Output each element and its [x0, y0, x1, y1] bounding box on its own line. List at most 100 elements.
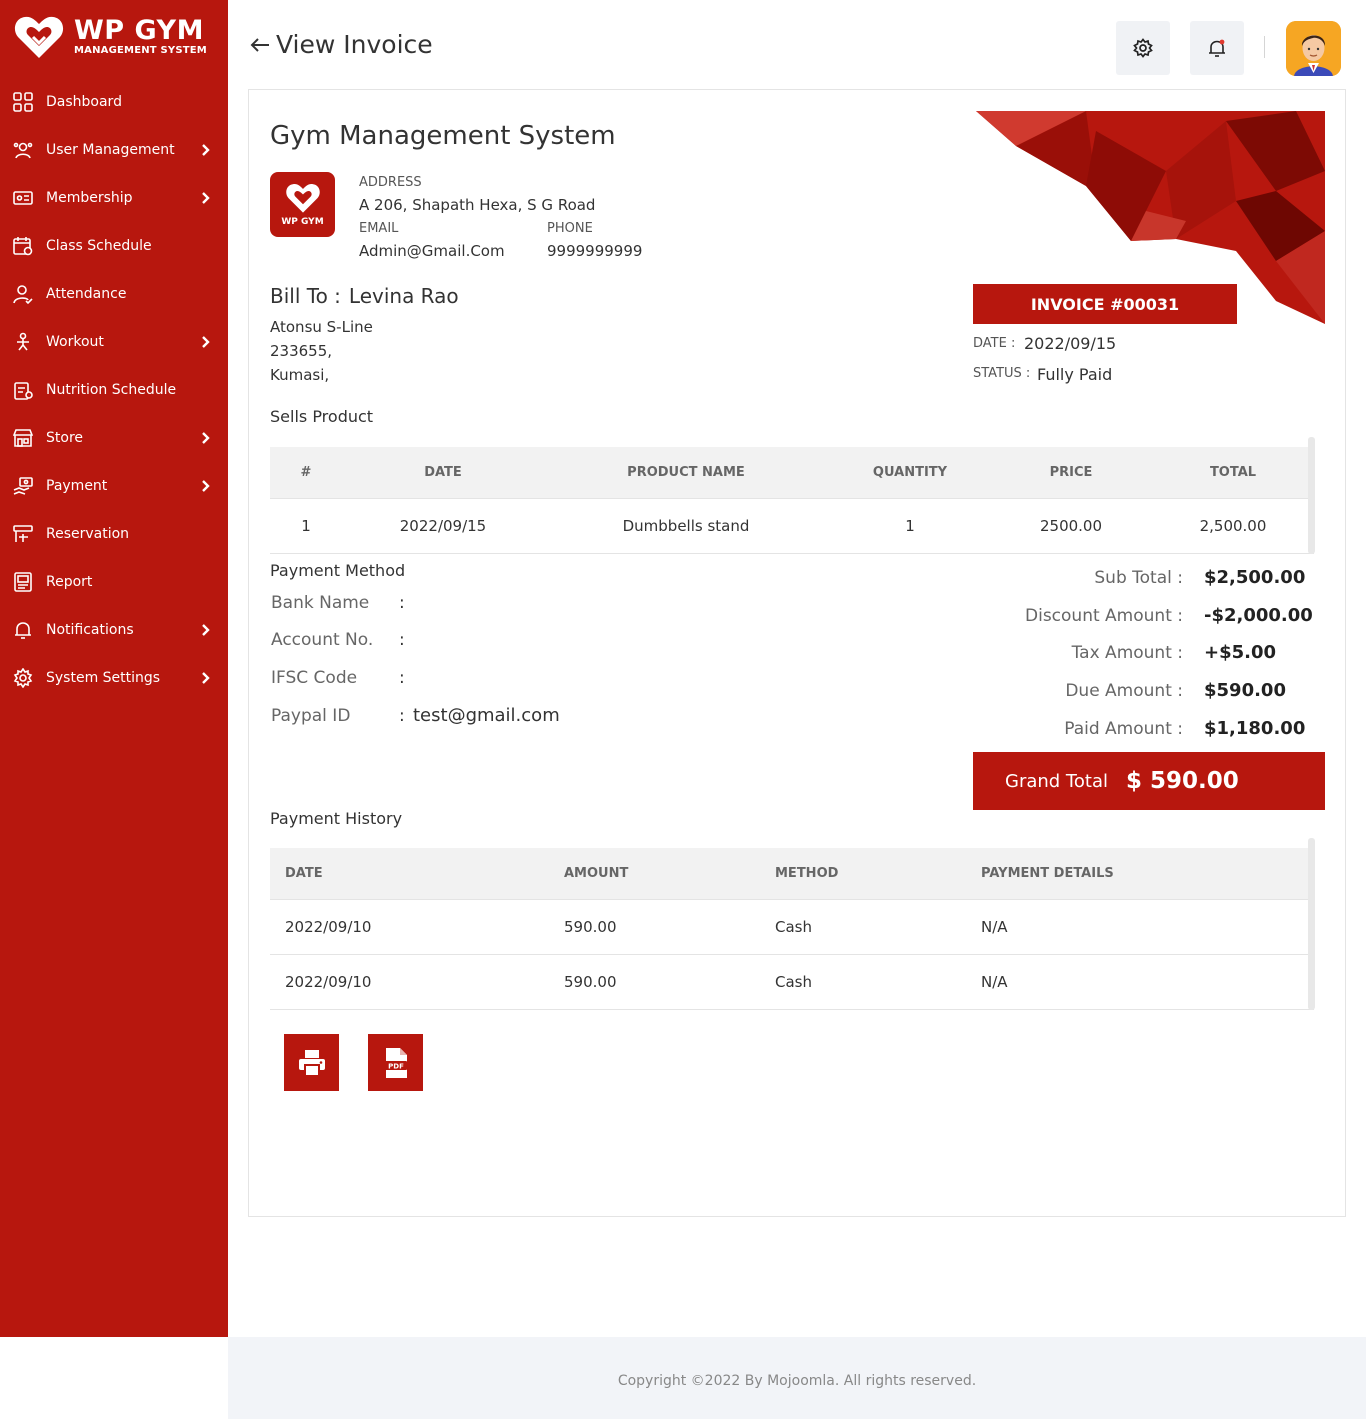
sidebar-item-label: Store: [46, 430, 84, 446]
sidebar: WP GYM MANAGEMENT SYSTEM Dashboard User …: [0, 0, 228, 1337]
gear-icon: [12, 667, 34, 689]
sub-total-value: $2,500.00: [1204, 567, 1306, 588]
brand-subtitle: MANAGEMENT SYSTEM: [74, 45, 207, 56]
column-header: TOTAL: [1209, 465, 1257, 480]
table-cell: 2022/09/15: [399, 517, 487, 535]
sidebar-item-label: Payment: [46, 478, 108, 494]
sidebar-item-reservation[interactable]: Reservation: [0, 510, 228, 558]
workout-icon: [12, 331, 34, 353]
sidebar-item-label: Class Schedule: [46, 238, 152, 254]
table-scrollbar[interactable]: [1308, 838, 1315, 1010]
paypal-id-label: Paypal ID: [271, 706, 351, 726]
sidebar-item-dashboard[interactable]: Dashboard: [0, 78, 228, 126]
chevron-right-icon: [202, 336, 210, 348]
top-bar: View Invoice: [228, 0, 1366, 90]
sidebar-item-attendance[interactable]: Attendance: [0, 270, 228, 318]
table-scrollbar[interactable]: [1308, 437, 1315, 554]
membership-card-icon: [12, 187, 34, 209]
pdf-download-button[interactable]: PDF: [368, 1034, 423, 1091]
sidebar-item-system-settings[interactable]: System Settings: [0, 654, 228, 702]
column-header: PAYMENT DETAILS: [981, 866, 1114, 881]
back-link[interactable]: View Invoice: [250, 30, 433, 59]
sidebar-item-nutrition-schedule[interactable]: Nutrition Schedule: [0, 366, 228, 414]
organization-name: Gym Management System: [270, 121, 616, 151]
sidebar-item-label: Notifications: [46, 622, 134, 638]
settings-button[interactable]: [1116, 21, 1170, 75]
sidebar-item-class-schedule[interactable]: Class Schedule: [0, 222, 228, 270]
table-header-row: DATE AMOUNT METHOD PAYMENT DETAILS: [270, 848, 1314, 900]
page-title: View Invoice: [276, 30, 433, 59]
column-header: AMOUNT: [564, 866, 629, 881]
sidebar-item-membership[interactable]: Membership: [0, 174, 228, 222]
sidebar-item-label: Attendance: [46, 286, 127, 302]
table-cell: 2,500.00: [1199, 517, 1267, 535]
table-cell: 2022/09/10: [285, 918, 372, 936]
tax-amount-value: +$5.00: [1204, 642, 1277, 663]
payment-history-title: Payment History: [270, 809, 403, 828]
chevron-right-icon: [202, 192, 210, 204]
bill-to-label: Bill To :: [270, 284, 341, 308]
bell-icon: [1209, 39, 1225, 57]
avatar[interactable]: [1286, 21, 1341, 76]
nutrition-icon: [12, 379, 34, 401]
heart-logo-icon: [14, 16, 64, 58]
sidebar-item-notifications[interactable]: Notifications: [0, 606, 228, 654]
print-button[interactable]: [284, 1034, 339, 1091]
copyright-text: Copyright ©2022 By Mojoomla. All rights …: [617, 1373, 977, 1389]
paid-amount-label: Paid Amount :: [1064, 719, 1183, 739]
payment-history-table: DATE AMOUNT METHOD PAYMENT DETAILS 2022/…: [270, 838, 1315, 1010]
chevron-right-icon: [202, 144, 210, 156]
header-divider: [1264, 36, 1265, 58]
table-row: 2022/09/10 590.00 Cash N/A: [270, 900, 1314, 955]
brand-logo[interactable]: WP GYM MANAGEMENT SYSTEM: [14, 14, 207, 60]
field-colon: :: [399, 668, 405, 688]
table-cell: N/A: [981, 918, 1008, 936]
discount-amount-value: -$2,000.00: [1204, 605, 1313, 626]
sidebar-item-label: User Management: [46, 142, 175, 158]
sidebar-item-workout[interactable]: Workout: [0, 318, 228, 366]
bill-address-line: 233655,: [270, 342, 333, 360]
invoice-date-label: DATE :: [973, 336, 1016, 351]
grand-total-banner: Grand Total $ 590.00: [973, 752, 1325, 810]
bill-to-name: Levina Rao: [348, 284, 459, 308]
sub-total-label: Sub Total :: [1094, 568, 1183, 588]
ifsc-code-label: IFSC Code: [271, 668, 358, 688]
gym-logo: WP GYM: [270, 172, 335, 237]
sidebar-item-label: Reservation: [46, 526, 130, 542]
sidebar-item-label: Dashboard: [46, 94, 122, 110]
phone-value: 9999999999: [547, 242, 643, 260]
products-table: # DATE PRODUCT NAME QUANTITY PRICE TOTAL…: [270, 437, 1315, 554]
sidebar-item-label: Membership: [46, 190, 133, 206]
users-icon: [12, 139, 34, 161]
gear-icon: [1133, 38, 1153, 58]
table-cell: 2500.00: [1039, 517, 1103, 535]
email-label: EMAIL: [359, 221, 399, 236]
discount-amount-label: Discount Amount :: [1025, 606, 1183, 626]
user-check-icon: [12, 283, 34, 305]
table-cell: N/A: [981, 973, 1008, 991]
chevron-right-icon: [202, 432, 210, 444]
dashboard-icon: [12, 91, 34, 113]
paid-amount-value: $1,180.00: [1204, 718, 1306, 739]
gym-logo-text: WP GYM: [281, 217, 324, 227]
phone-label: PHONE: [547, 221, 593, 236]
bell-icon: [12, 619, 34, 641]
sidebar-item-payment[interactable]: Payment: [0, 462, 228, 510]
invoice-number-badge: INVOICE #00031: [973, 284, 1237, 324]
table-row: 1 2022/09/15 Dumbbells stand 1 2500.00 2…: [270, 499, 1314, 554]
sidebar-item-store[interactable]: Store: [0, 414, 228, 462]
sidebar-item-user-management[interactable]: User Management: [0, 126, 228, 174]
field-colon: :: [399, 630, 405, 650]
notifications-button[interactable]: [1190, 21, 1244, 75]
brand-title: WP GYM: [74, 15, 204, 46]
bank-name-label: Bank Name: [271, 593, 370, 613]
grand-total-value: $ 590.00: [1125, 768, 1239, 794]
store-icon: [12, 427, 34, 449]
chevron-right-icon: [202, 672, 210, 684]
table-cell: 2022/09/10: [285, 973, 372, 991]
column-header: QUANTITY: [872, 465, 948, 480]
sidebar-item-report[interactable]: Report: [0, 558, 228, 606]
bill-address-line: Kumasi,: [270, 366, 330, 384]
reservation-icon: [12, 523, 34, 545]
table-cell: 1: [301, 517, 311, 535]
